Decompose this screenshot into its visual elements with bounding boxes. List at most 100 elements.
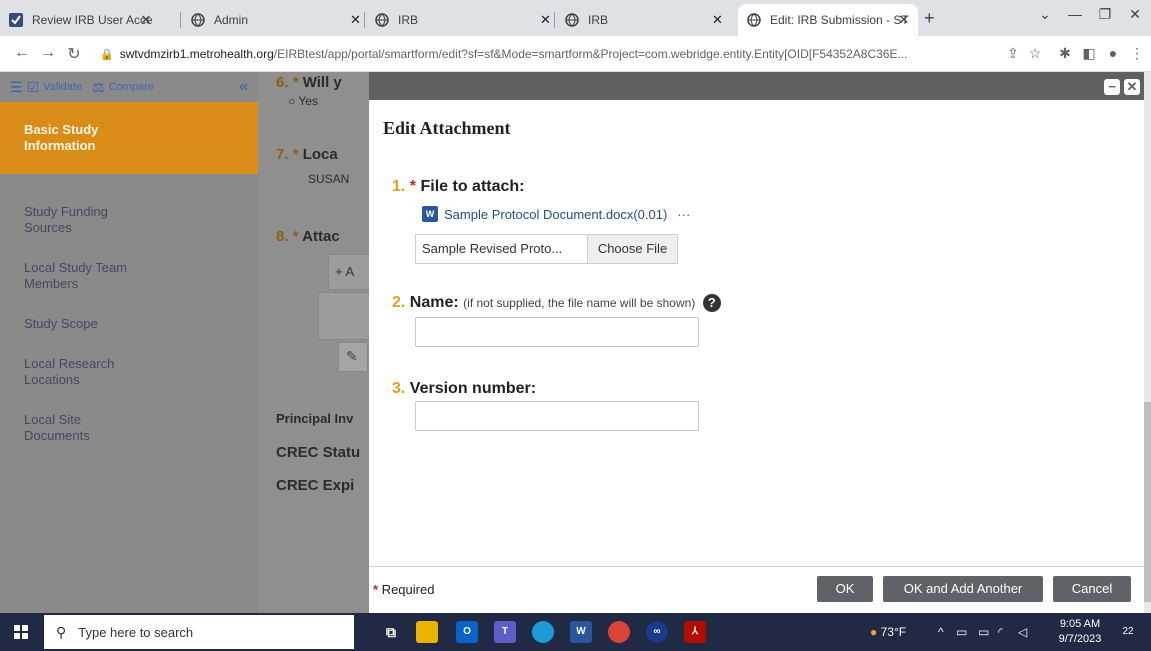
- tab-edit-irb-submission[interactable]: Edit: IRB Submission - ST ✕: [738, 4, 918, 36]
- forward-arrow-icon[interactable]: →: [38, 44, 58, 62]
- tab-review-irb[interactable]: Review IRB User Access R ✕: [0, 4, 160, 36]
- radio-circle-icon: ○: [288, 94, 296, 108]
- windows-start-icon[interactable]: [14, 625, 28, 639]
- sidebar-item-study-funding-sources[interactable]: Study Funding Sources: [0, 204, 258, 236]
- tab-irb-2[interactable]: IRB: [556, 4, 726, 36]
- back-arrow-icon[interactable]: ←: [12, 44, 32, 62]
- scrollbar-thumb[interactable]: [1144, 402, 1151, 602]
- dialog-titlebar: − ✕: [369, 72, 1144, 100]
- notification-center-icon[interactable]: 22: [1118, 622, 1138, 642]
- reload-icon[interactable]: ↻: [64, 44, 84, 64]
- sidebar-item-study-scope[interactable]: Study Scope: [0, 316, 258, 332]
- browser-menu-icon[interactable]: ⋮: [1128, 45, 1146, 62]
- volume-icon[interactable]: ◁: [1018, 625, 1027, 639]
- name-field-label: 2. Name: (if not supplied, the file name…: [392, 294, 721, 312]
- sidebar-item-basic-study-information[interactable]: Basic Study Information: [0, 102, 258, 174]
- version-number-input[interactable]: [415, 401, 699, 431]
- tab-title: Admin: [214, 13, 249, 27]
- edit-attachment-button[interactable]: ✎: [338, 342, 368, 372]
- sidebar-item-local-site-documents[interactable]: Local Site Documents: [0, 412, 258, 444]
- bookmark-star-icon[interactable]: ☆: [1026, 45, 1044, 62]
- url-host: swtvdmzirb1.metrohealth.org: [119, 47, 274, 61]
- edge-icon[interactable]: [532, 621, 554, 643]
- window-close-icon[interactable]: ✕: [1120, 6, 1150, 23]
- validate-link[interactable]: Validate: [43, 81, 82, 93]
- address-bar[interactable]: 🔒 swtvdmzirb1.metrohealth.org/EIRBtest/a…: [100, 41, 1000, 67]
- tab-search-chevron-icon[interactable]: ⌄: [1030, 6, 1060, 23]
- tab-title: Review IRB User Access R: [32, 13, 152, 27]
- name-input[interactable]: [415, 317, 699, 347]
- taskbar-search-box[interactable]: ⚲ Type here to search: [44, 615, 354, 649]
- hamburger-menu-icon[interactable]: ☰: [10, 79, 23, 96]
- tab-irb-1[interactable]: IRB: [366, 4, 536, 36]
- task-view-icon[interactable]: ⧉: [380, 621, 402, 643]
- file-explorer-icon[interactable]: [416, 621, 438, 643]
- browser-toolbar: ← → ↻ 🔒 swtvdmzirb1.metrohealth.org/EIRB…: [0, 36, 1151, 72]
- dialog-footer: * Required OK OK and Add Another Cancel: [369, 566, 1144, 613]
- taskbar-clock[interactable]: 9:05 AM 9/7/2023: [1050, 617, 1110, 647]
- tab-admin[interactable]: Admin: [182, 4, 362, 36]
- ok-button[interactable]: OK: [817, 576, 873, 602]
- close-dialog-icon[interactable]: ✕: [1124, 79, 1140, 95]
- choose-file-button[interactable]: Choose File: [587, 235, 677, 263]
- side-panel-icon[interactable]: ◧: [1080, 45, 1098, 62]
- outlook-icon[interactable]: O: [456, 621, 478, 643]
- radio-option-yes[interactable]: ○ Yes: [288, 94, 318, 108]
- network-icon[interactable]: ▭: [956, 625, 967, 639]
- collapse-sidebar-icon[interactable]: «: [239, 78, 248, 96]
- more-options-icon[interactable]: ···: [677, 207, 690, 222]
- wifi-icon[interactable]: ◜: [998, 625, 1003, 639]
- field-label: File to attach:: [420, 178, 525, 195]
- battery-icon[interactable]: ▭: [978, 625, 989, 639]
- required-star: *: [373, 582, 379, 597]
- close-tab-icon[interactable]: ✕: [896, 12, 912, 28]
- close-tab-icon[interactable]: ✕: [350, 12, 361, 28]
- acrobat-icon[interactable]: ⅄: [684, 621, 706, 643]
- attachments-table: [318, 292, 370, 340]
- dialog-title: Edit Attachment: [383, 118, 511, 138]
- word-icon[interactable]: W: [570, 621, 592, 643]
- url-path: /EIRBtest/app/portal/smartform/edit?sf=s…: [273, 47, 908, 61]
- sidebar-item-local-research-locations[interactable]: Local Research Locations: [0, 356, 258, 388]
- question-number: 7.: [276, 146, 289, 163]
- sidebar-item-local-study-team-members[interactable]: Local Study Team Members: [0, 260, 258, 292]
- add-attachment-button[interactable]: + A: [335, 264, 354, 279]
- clock-date: 9/7/2023: [1058, 633, 1102, 645]
- webex-icon[interactable]: ∞: [646, 621, 668, 643]
- profile-avatar-icon[interactable]: ●: [1104, 45, 1122, 61]
- question-7: 7. * Loca: [276, 146, 338, 163]
- current-file-link[interactable]: W Sample Protocol Document.docx(0.01) ··…: [422, 206, 690, 222]
- file-to-attach-label: 1. * File to attach:: [392, 178, 525, 196]
- close-tab-icon[interactable]: ✕: [138, 12, 154, 28]
- ok-and-add-another-button[interactable]: OK and Add Another: [883, 576, 1043, 602]
- question-6: 6. * Will y: [276, 74, 342, 91]
- cancel-button[interactable]: Cancel: [1053, 576, 1131, 602]
- compare-link[interactable]: Compare: [109, 81, 154, 93]
- weather-widget[interactable]: ● 73°F: [870, 625, 906, 639]
- teams-icon[interactable]: T: [494, 621, 516, 643]
- tab-title: Edit: IRB Submission - ST: [770, 13, 909, 27]
- lock-icon: 🔒: [100, 48, 114, 61]
- compare-scales-icon[interactable]: ⚖: [92, 79, 105, 96]
- restore-icon[interactable]: ❐: [1090, 6, 1120, 23]
- file-picker[interactable]: Sample Revised Proto... Choose File: [415, 234, 678, 264]
- page-scrollbar[interactable]: [1144, 72, 1151, 613]
- extensions-puzzle-icon[interactable]: ✱: [1056, 45, 1074, 62]
- help-question-icon[interactable]: ?: [702, 294, 721, 312]
- field-label: Name:: [409, 294, 459, 312]
- validate-icon[interactable]: ☑: [27, 79, 40, 96]
- hidden-icons-chevron-icon[interactable]: ^: [938, 625, 944, 639]
- close-tab-icon[interactable]: ✕: [712, 12, 723, 28]
- close-tab-icon[interactable]: ✕: [540, 12, 551, 28]
- field-number: 1.: [392, 178, 406, 195]
- crec-expiration-label: CREC Expi: [276, 477, 355, 494]
- chrome-icon[interactable]: [608, 621, 630, 643]
- question-text: Will y: [302, 74, 342, 91]
- new-tab-button[interactable]: +: [924, 8, 935, 29]
- question-number: 6.: [276, 74, 289, 91]
- minimize-dialog-icon[interactable]: −: [1104, 79, 1120, 95]
- question-7-value: SUSAN: [308, 172, 350, 186]
- field-number: 3.: [392, 380, 406, 397]
- minimize-icon[interactable]: —: [1060, 6, 1090, 22]
- share-icon[interactable]: ⇪: [1004, 45, 1022, 62]
